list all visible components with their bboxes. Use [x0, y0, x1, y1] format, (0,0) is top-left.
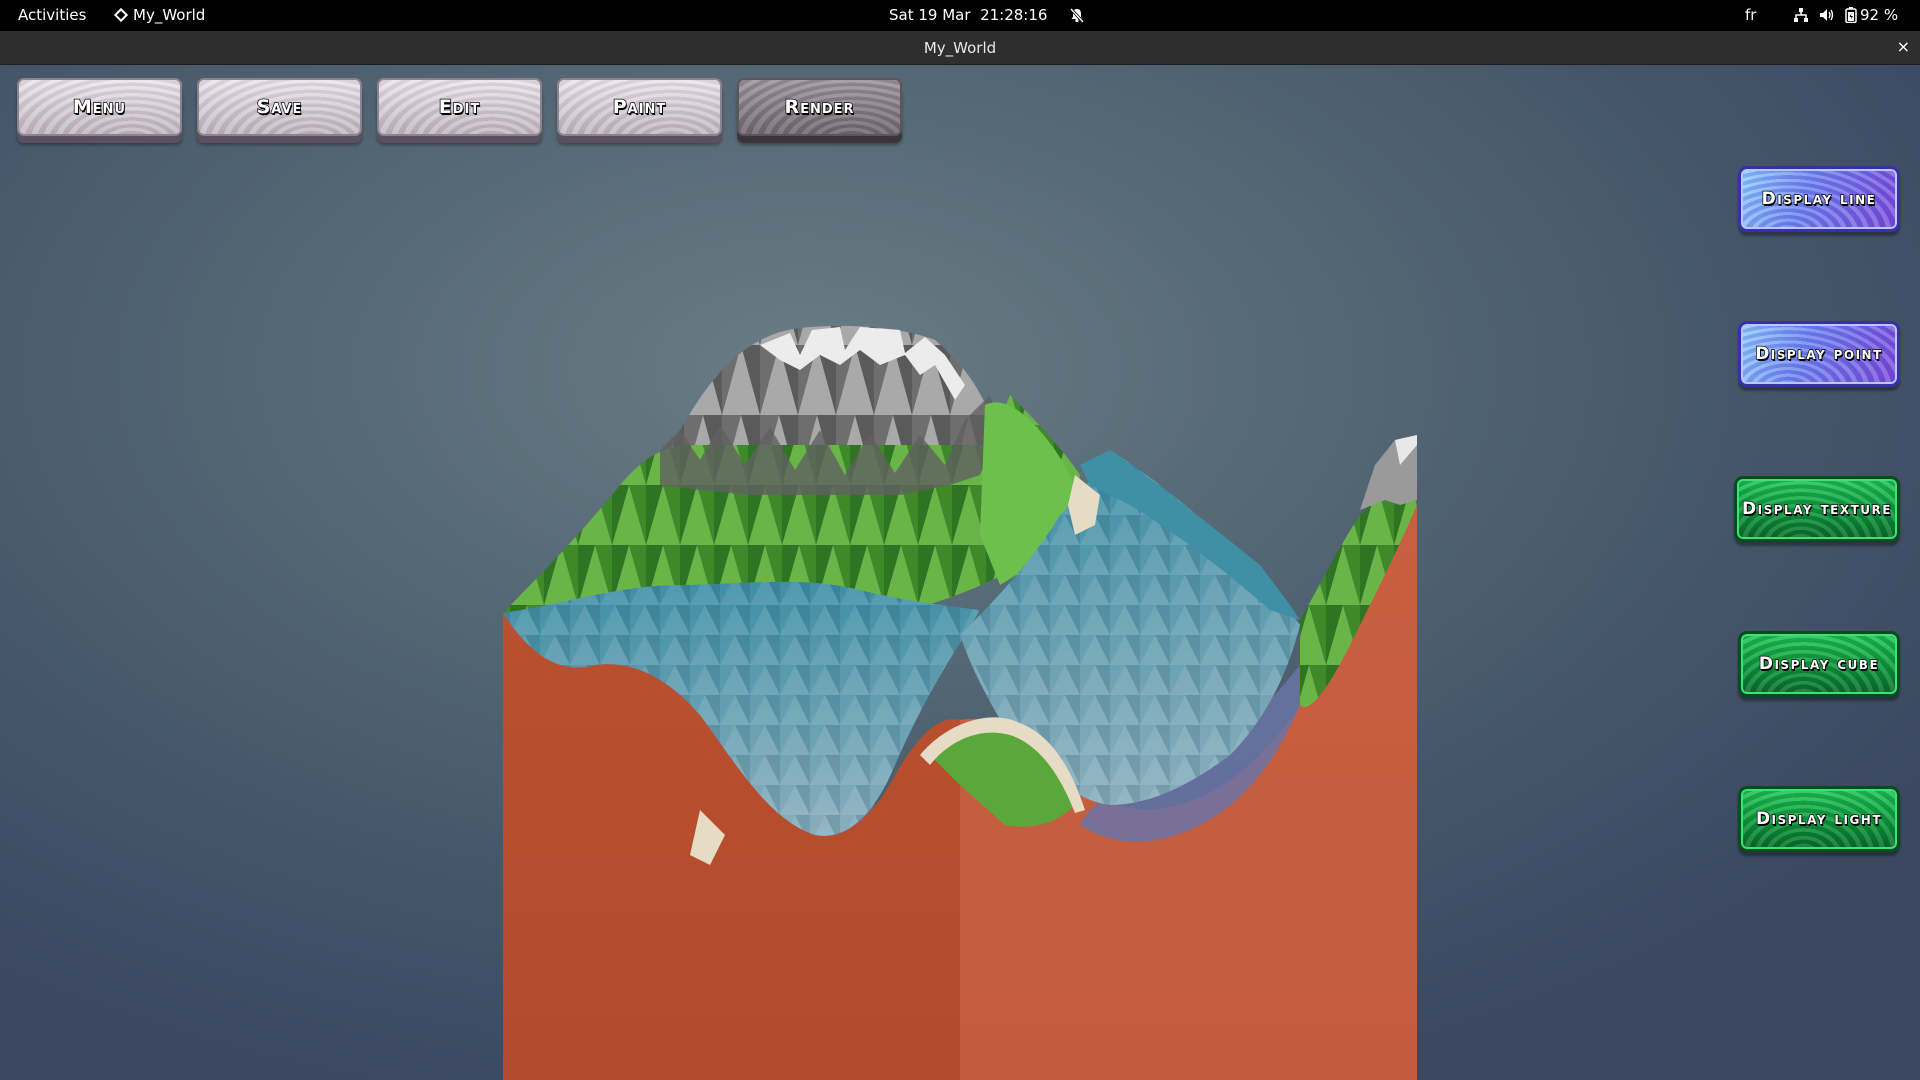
edit-button[interactable]: Edit	[377, 78, 542, 136]
display-cube-label: Display cube	[1758, 653, 1880, 675]
app-menu[interactable]: My_World	[113, 6, 206, 24]
terrain-model[interactable]	[0, 65, 1920, 1080]
notifications-off-icon	[1070, 7, 1085, 23]
display-texture-button[interactable]: Display texture	[1734, 476, 1900, 542]
3d-viewport[interactable]: Menu Save Edit Paint Render Display line…	[0, 65, 1920, 1080]
menu-button-label: Menu	[72, 95, 127, 119]
time-label: 21:28:16	[980, 6, 1048, 24]
system-tray[interactable]: 92 %	[1793, 6, 1898, 24]
display-line-label: Display line	[1761, 188, 1877, 210]
volume-icon	[1820, 9, 1834, 21]
clock-button[interactable]: Sat 19 Mar 21:28:16	[889, 6, 1085, 24]
display-point-button[interactable]: Display point	[1738, 321, 1900, 387]
display-cube-button[interactable]: Display cube	[1738, 631, 1900, 697]
system-top-bar: Activities My_World Sat 19 Mar 21:28:16 …	[0, 0, 1920, 31]
render-button-label: Render	[784, 95, 855, 119]
keyboard-layout-indicator[interactable]: fr	[1745, 6, 1756, 24]
window-title: My_World	[923, 39, 997, 57]
display-texture-label: Display texture	[1741, 498, 1892, 520]
battery-icon	[1845, 7, 1857, 23]
save-button[interactable]: Save	[197, 78, 362, 136]
app-name: My_World	[133, 6, 206, 24]
edit-button-label: Edit	[438, 95, 481, 119]
paint-button[interactable]: Paint	[557, 78, 722, 136]
battery-percentage: 92 %	[1860, 6, 1899, 24]
render-button[interactable]: Render	[737, 78, 902, 136]
display-light-button[interactable]: Display light	[1738, 786, 1900, 852]
close-icon[interactable]: ×	[1897, 37, 1910, 56]
network-icon	[1794, 8, 1808, 22]
save-button-label: Save	[256, 95, 303, 119]
display-line-button[interactable]: Display line	[1738, 166, 1900, 232]
app-diamond-icon	[113, 7, 129, 23]
display-light-label: Display light	[1755, 808, 1883, 830]
activities-button[interactable]: Activities	[18, 6, 86, 24]
date-label: Sat 19 Mar	[889, 6, 971, 24]
paint-button-label: Paint	[612, 95, 667, 119]
menu-button[interactable]: Menu	[17, 78, 182, 136]
window-title-bar[interactable]: My_World ×	[0, 31, 1920, 65]
display-point-label: Display point	[1754, 343, 1883, 365]
